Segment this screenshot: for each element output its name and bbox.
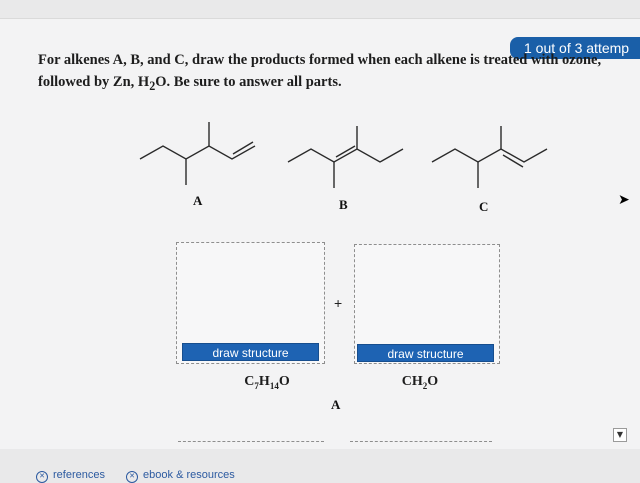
question-part2: O. Be sure to answer all parts. (155, 74, 342, 90)
answer-box-3-partial[interactable] (178, 441, 324, 448)
molecule-b-structure (287, 126, 404, 188)
molecule-label-c: C (479, 199, 489, 214)
plus-sign: + (334, 295, 343, 311)
molecule-label-a: A (193, 193, 203, 208)
formula-2: CH2O (401, 374, 439, 391)
mouse-cursor-icon: ➤ (618, 192, 630, 208)
molecule-label-b: B (339, 197, 348, 212)
alkene-structures (139, 122, 548, 188)
reaction-label: A (331, 397, 341, 412)
references-link[interactable]: ✕ references (36, 469, 105, 483)
question-text: For alkenes A, B, and C, draw the produc… (38, 49, 638, 97)
molecule-a-structure (139, 122, 256, 185)
footer-links: ✕ references ✕ ebook & resources (36, 469, 253, 483)
scroll-down-arrow-icon[interactable]: ▼ (613, 428, 627, 442)
answer-box-4-partial[interactable] (350, 441, 492, 448)
draw-structure-button-2[interactable]: draw structure (357, 344, 494, 362)
expand-icon: ✕ (36, 471, 48, 483)
molecule-c-structure (431, 126, 548, 188)
draw-structure-button-1[interactable]: draw structure (182, 343, 319, 361)
ebook-resources-link[interactable]: ✕ ebook & resources (126, 469, 235, 483)
formula-1: C7H14O (244, 374, 290, 391)
expand-icon: ✕ (126, 471, 139, 483)
